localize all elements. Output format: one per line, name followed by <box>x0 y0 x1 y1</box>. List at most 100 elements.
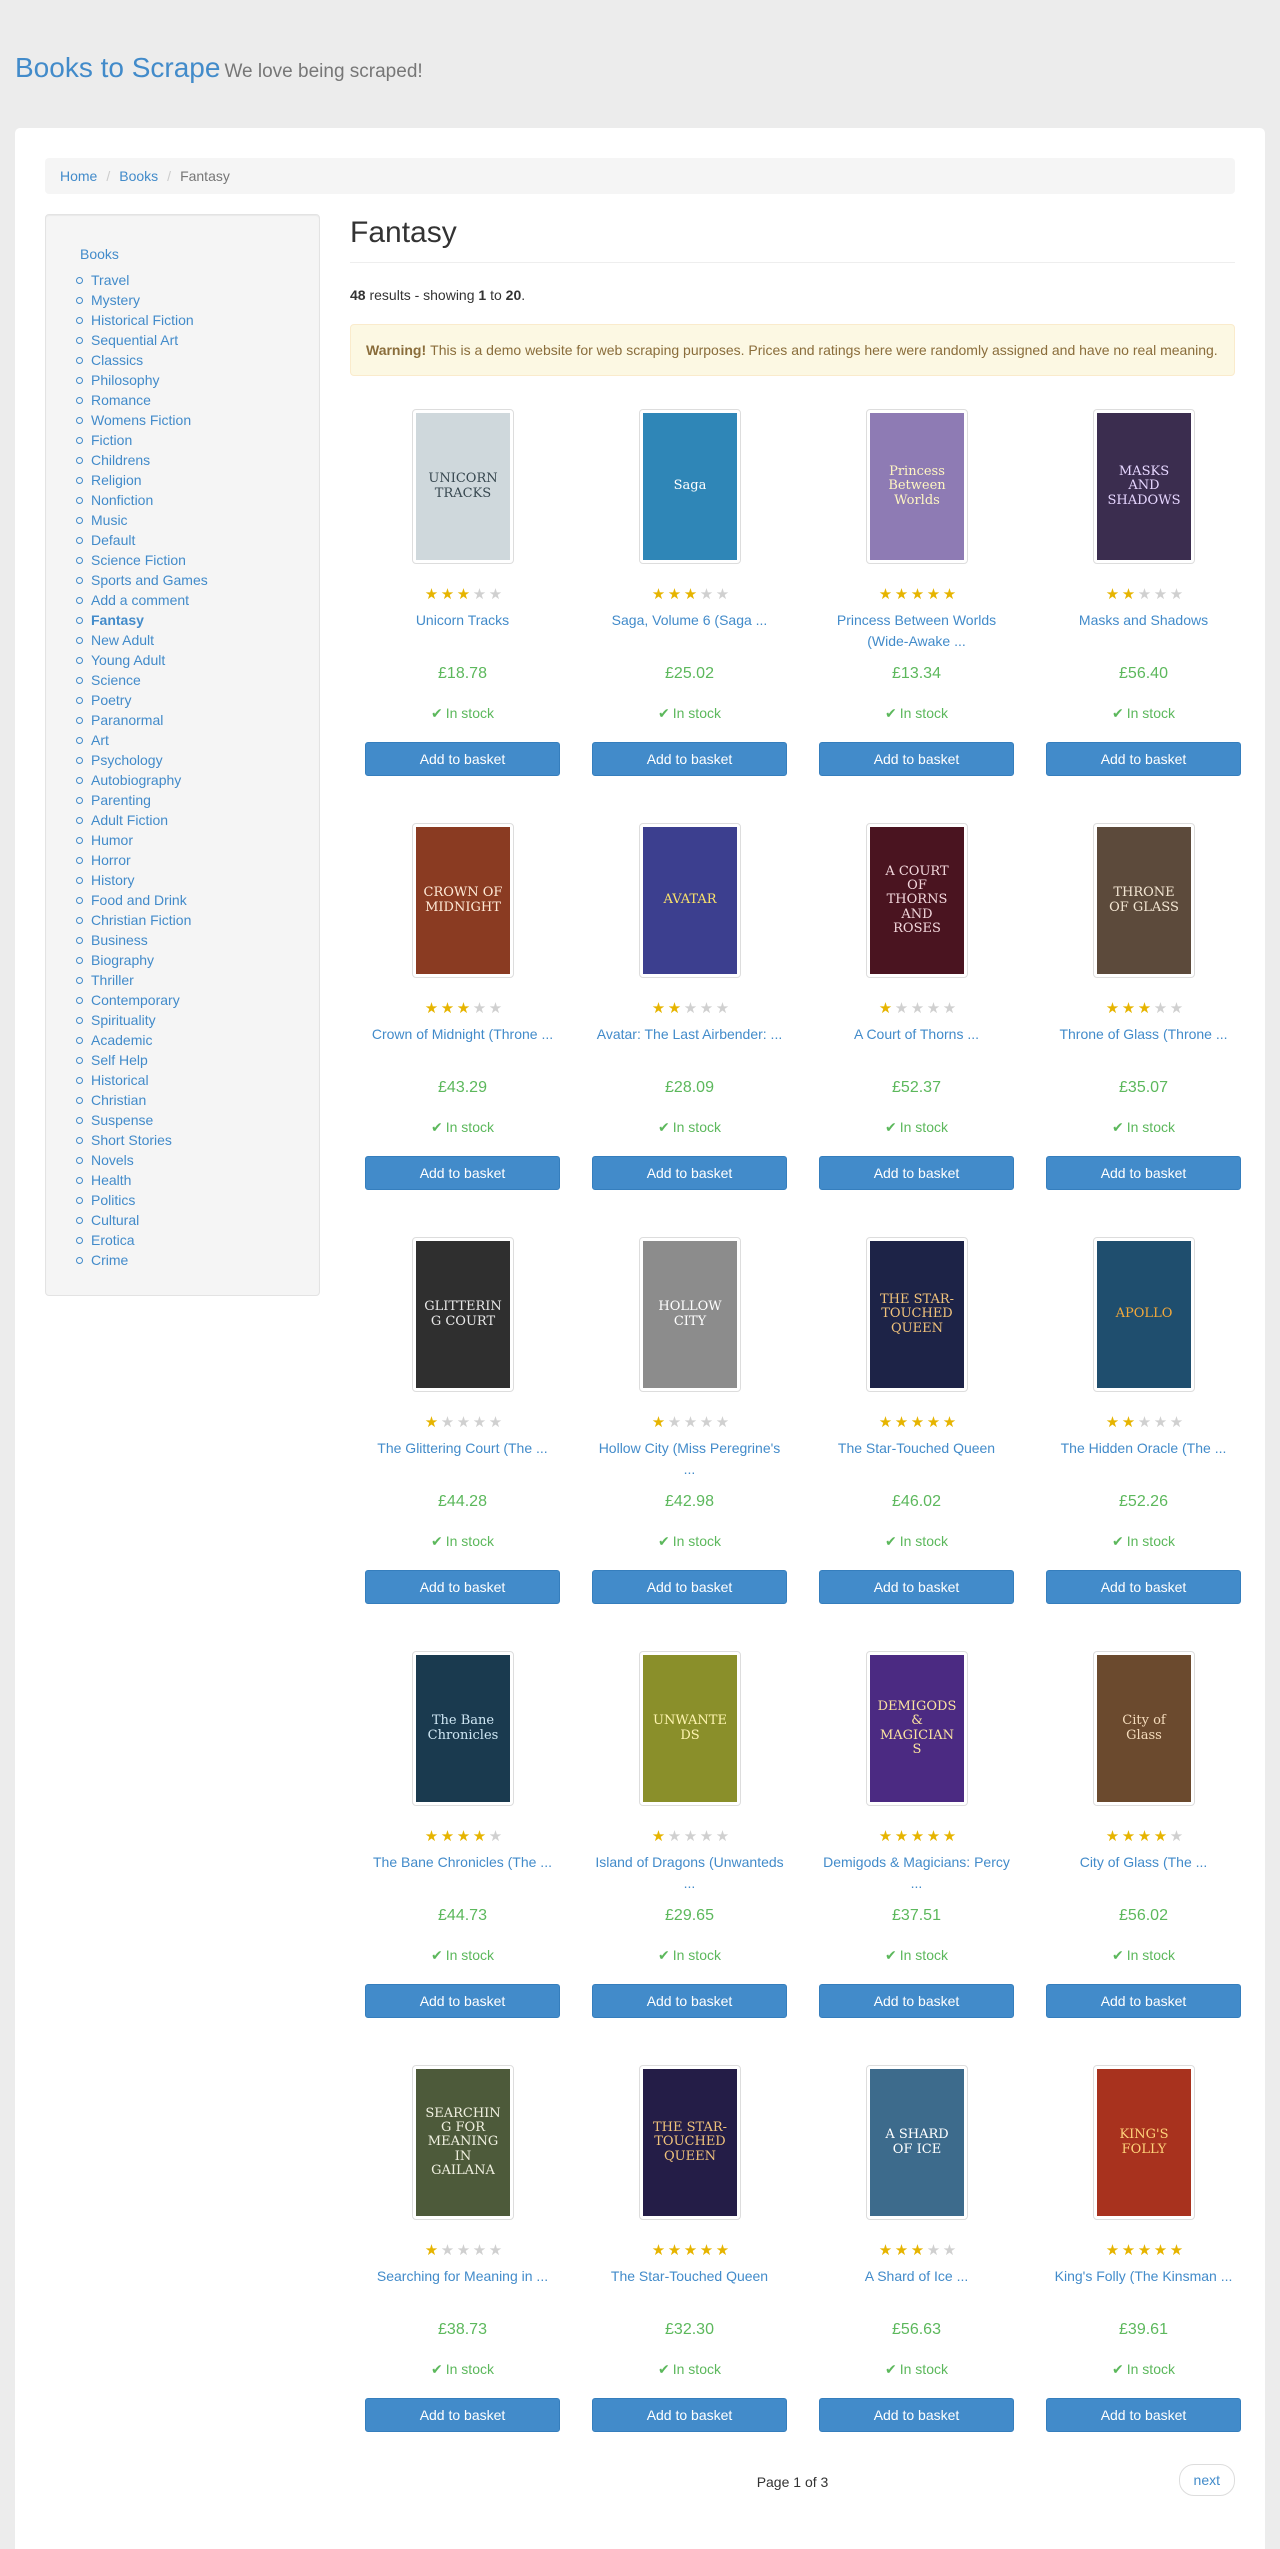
add-to-basket-button[interactable]: Add to basket <box>592 1570 787 1604</box>
category-link[interactable]: Paranormal <box>91 712 163 728</box>
category-link[interactable]: Christian Fiction <box>91 912 191 928</box>
book-title-link[interactable]: City of Glass (The ... <box>1046 1852 1241 1896</box>
book-cover-link[interactable]: KING'S FOLLY <box>1093 2065 1195 2220</box>
book-cover-link[interactable]: MASKS AND SHADOWS <box>1093 409 1195 564</box>
category-link[interactable]: Business <box>91 932 148 948</box>
book-title-link[interactable]: King's Folly (The Kinsman ... <box>1046 2266 1241 2310</box>
add-to-basket-button[interactable]: Add to basket <box>1046 1570 1241 1604</box>
add-to-basket-button[interactable]: Add to basket <box>592 1984 787 2018</box>
sidebar-books-link[interactable]: Books <box>80 246 119 262</box>
book-cover-link[interactable]: Saga <box>639 409 741 564</box>
book-title-link[interactable]: Crown of Midnight (Throne ... <box>365 1024 560 1068</box>
category-link[interactable]: Poetry <box>91 692 131 708</box>
book-cover-link[interactable]: A COURT OF THORNS AND ROSES <box>866 823 968 978</box>
book-title-link[interactable]: Unicorn Tracks <box>365 610 560 654</box>
category-link[interactable]: Default <box>91 532 135 548</box>
book-cover-link[interactable]: THE STAR-TOUCHED QUEEN <box>866 1237 968 1392</box>
category-link[interactable]: Sports and Games <box>91 572 208 588</box>
add-to-basket-button[interactable]: Add to basket <box>1046 1984 1241 2018</box>
book-cover-link[interactable]: DEMIGODS & MAGICIANS <box>866 1651 968 1806</box>
book-cover-link[interactable]: AVATAR <box>639 823 741 978</box>
book-title-link[interactable]: Throne of Glass (Throne ... <box>1046 1024 1241 1068</box>
book-cover-link[interactable]: THE STAR-TOUCHED QUEEN <box>639 2065 741 2220</box>
add-to-basket-button[interactable]: Add to basket <box>592 742 787 776</box>
category-link[interactable]: Fiction <box>91 432 132 448</box>
book-cover-link[interactable]: Princess Between Worlds <box>866 409 968 564</box>
book-title-link[interactable]: The Star-Touched Queen <box>592 2266 787 2310</box>
category-link[interactable]: Christian <box>91 1092 146 1108</box>
category-link[interactable]: Spirituality <box>91 1012 156 1028</box>
add-to-basket-button[interactable]: Add to basket <box>819 1984 1014 2018</box>
add-to-basket-button[interactable]: Add to basket <box>592 1156 787 1190</box>
category-link[interactable]: Mystery <box>91 292 140 308</box>
category-link[interactable]: Self Help <box>91 1052 148 1068</box>
category-link[interactable]: Politics <box>91 1192 135 1208</box>
add-to-basket-button[interactable]: Add to basket <box>819 1570 1014 1604</box>
category-link[interactable]: Childrens <box>91 452 150 468</box>
book-cover-link[interactable]: GLITTERING COURT <box>412 1237 514 1392</box>
category-link[interactable]: Horror <box>91 852 131 868</box>
category-link[interactable]: Erotica <box>91 1232 135 1248</box>
book-cover-link[interactable]: A SHARD OF ICE <box>866 2065 968 2220</box>
category-link[interactable]: Parenting <box>91 792 151 808</box>
book-cover-link[interactable]: APOLLO <box>1093 1237 1195 1392</box>
book-title-link[interactable]: Masks and Shadows <box>1046 610 1241 654</box>
category-link[interactable]: Cultural <box>91 1212 139 1228</box>
book-title-link[interactable]: Demigods & Magicians: Percy ... <box>819 1852 1014 1896</box>
category-link[interactable]: Autobiography <box>91 772 181 788</box>
book-cover-link[interactable]: The Bane Chronicles <box>412 1651 514 1806</box>
category-link[interactable]: Young Adult <box>91 652 165 668</box>
category-link[interactable]: Contemporary <box>91 992 180 1008</box>
category-link[interactable]: Nonfiction <box>91 492 153 508</box>
category-link[interactable]: Travel <box>91 272 129 288</box>
category-link[interactable]: Thriller <box>91 972 134 988</box>
add-to-basket-button[interactable]: Add to basket <box>1046 2398 1241 2432</box>
book-title-link[interactable]: The Star-Touched Queen <box>819 1438 1014 1482</box>
book-cover-link[interactable]: UNWANTEDS <box>639 1651 741 1806</box>
add-to-basket-button[interactable]: Add to basket <box>819 742 1014 776</box>
category-link[interactable]: Adult Fiction <box>91 812 168 828</box>
category-link[interactable]: Crime <box>91 1252 128 1268</box>
category-link[interactable]: Fantasy <box>91 612 144 628</box>
category-link[interactable]: New Adult <box>91 632 154 648</box>
category-link[interactable]: Humor <box>91 832 133 848</box>
category-link[interactable]: Suspense <box>91 1112 153 1128</box>
book-title-link[interactable]: Saga, Volume 6 (Saga ... <box>592 610 787 654</box>
category-link[interactable]: Psychology <box>91 752 163 768</box>
category-link[interactable]: Biography <box>91 952 154 968</box>
category-link[interactable]: Religion <box>91 472 142 488</box>
book-cover-link[interactable]: CROWN OF MIDNIGHT <box>412 823 514 978</box>
breadcrumb-home[interactable]: Home <box>60 168 97 184</box>
category-link[interactable]: Womens Fiction <box>91 412 191 428</box>
next-page-button[interactable]: next <box>1178 2464 1235 2496</box>
book-title-link[interactable]: Hollow City (Miss Peregrine's ... <box>592 1438 787 1482</box>
add-to-basket-button[interactable]: Add to basket <box>365 1156 560 1190</box>
add-to-basket-button[interactable]: Add to basket <box>1046 742 1241 776</box>
category-link[interactable]: Sequential Art <box>91 332 178 348</box>
add-to-basket-button[interactable]: Add to basket <box>819 2398 1014 2432</box>
category-link[interactable]: Romance <box>91 392 151 408</box>
book-cover-link[interactable]: UNICORN TRACKS <box>412 409 514 564</box>
add-to-basket-button[interactable]: Add to basket <box>365 1984 560 2018</box>
category-link[interactable]: Food and Drink <box>91 892 187 908</box>
breadcrumb-books[interactable]: Books <box>119 168 158 184</box>
book-title-link[interactable]: The Bane Chronicles (The ... <box>365 1852 560 1896</box>
book-cover-link[interactable]: THRONE OF GLASS <box>1093 823 1195 978</box>
add-to-basket-button[interactable]: Add to basket <box>1046 1156 1241 1190</box>
category-link[interactable]: Science <box>91 672 141 688</box>
site-logo-link[interactable]: Books to Scrape <box>15 52 220 83</box>
book-cover-link[interactable]: City of Glass <box>1093 1651 1195 1806</box>
book-title-link[interactable]: Avatar: The Last Airbender: ... <box>592 1024 787 1068</box>
category-link[interactable]: Science Fiction <box>91 552 186 568</box>
category-link[interactable]: Add a comment <box>91 592 189 608</box>
book-title-link[interactable]: A Court of Thorns ... <box>819 1024 1014 1068</box>
book-title-link[interactable]: Searching for Meaning in ... <box>365 2266 560 2310</box>
category-link[interactable]: Health <box>91 1172 131 1188</box>
category-link[interactable]: History <box>91 872 135 888</box>
book-cover-link[interactable]: SEARCHING FOR MEANING IN GAILANA <box>412 2065 514 2220</box>
category-link[interactable]: Philosophy <box>91 372 160 388</box>
category-link[interactable]: Classics <box>91 352 143 368</box>
book-title-link[interactable]: Island of Dragons (Unwanteds ... <box>592 1852 787 1896</box>
add-to-basket-button[interactable]: Add to basket <box>365 1570 560 1604</box>
category-link[interactable]: Novels <box>91 1152 134 1168</box>
